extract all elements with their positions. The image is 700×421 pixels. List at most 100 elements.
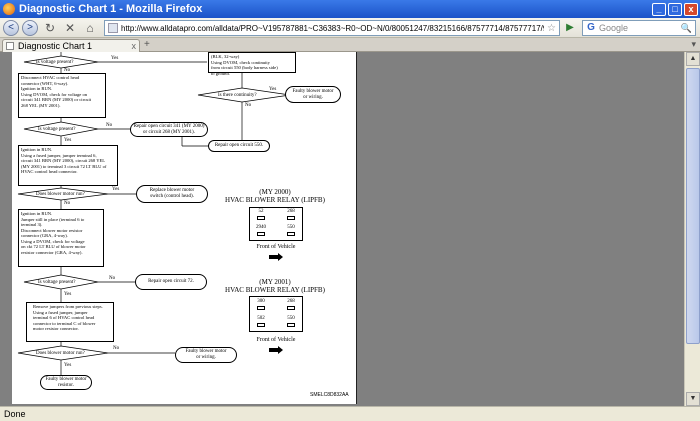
step-check-resistor: Ignition in RUN. Jumper still in place (… [18, 209, 104, 267]
outcome-faulty-motor-wiring: Faulty blower motor or wiring. [285, 86, 341, 103]
maximize-button[interactable]: □ [668, 2, 682, 16]
terminal [257, 232, 265, 236]
no-label: No [64, 201, 71, 206]
step-text: motor resistor connector. [33, 326, 79, 331]
page-icon [108, 23, 118, 33]
decision-voltage-2: Is voltage present? [38, 127, 76, 132]
window-titlebar: Diagnostic Chart 1 - Mozilla Firefox _ □… [0, 0, 700, 18]
diagnostic-chart-page: (BLK, 32-way) Using DVOM, check continui… [12, 52, 357, 404]
terminal [287, 232, 295, 236]
home-button[interactable]: ⌂ [82, 20, 98, 36]
step-fused-jumper: Ignition in RUN. Using a fused jumper, j… [18, 145, 118, 186]
tab-diagnostic-chart[interactable]: Diagnostic Chart 1 x [2, 39, 140, 52]
minimize-button[interactable]: _ [652, 2, 666, 16]
scroll-up-icon[interactable]: ▲ [686, 52, 700, 66]
yes-label: Yes [64, 363, 72, 368]
search-input[interactable]: Google [599, 23, 628, 33]
decision-motor-run-2: Does blower motor run? [36, 351, 85, 356]
terminal-label: 2940 [256, 225, 266, 230]
step-disconnect-hvac: Disconnect HVAC control head connector (… [18, 73, 106, 118]
front-arrow-icon [269, 253, 283, 261]
vertical-scrollbar[interactable]: ▲ ▼ [684, 52, 700, 406]
terminal [287, 216, 295, 220]
terminal [287, 323, 295, 327]
bookmark-star-icon[interactable]: ☆ [547, 23, 556, 34]
terminal-label: 300 [257, 299, 265, 304]
outcome-text: switch (control head). [150, 194, 194, 199]
reload-button[interactable]: ↻ [42, 20, 58, 36]
outcome-text: or wiring. [196, 355, 216, 360]
step-text: resistor connector (GRA, 4-way). [21, 249, 83, 255]
scroll-thumb[interactable] [686, 68, 700, 344]
terminal-label: 550 [287, 225, 295, 230]
step-text: 268 YEL (MY 2001). [21, 102, 61, 108]
tab-label: Diagnostic Chart 1 [18, 41, 93, 51]
tab-page-icon [6, 42, 14, 50]
new-tab-button[interactable]: + [144, 39, 150, 50]
tab-close-icon[interactable]: x [132, 41, 137, 51]
close-button[interactable]: x [684, 2, 698, 16]
yes-label: Yes [64, 138, 72, 143]
outcome-text: or circuit 268 (MY 2001). [143, 129, 195, 135]
terminal [257, 323, 265, 327]
step-text: to ground. [211, 70, 230, 76]
decision-voltage-3: Is voltage present? [38, 280, 76, 285]
page-content: (BLK, 32-way) Using DVOM, check continui… [0, 52, 684, 406]
front-of-vehicle-label: Front of Vehicle [256, 337, 296, 343]
terminal-label: 550 [287, 316, 295, 321]
search-icon[interactable]: 🔍 [681, 23, 692, 34]
no-label: No [109, 276, 116, 281]
outcome-text: or wiring. [303, 94, 323, 100]
step-text: circuit 341 BRN (MY 2000) or circuit [21, 97, 91, 102]
relay-2001-year: (MY 2001) [259, 278, 291, 286]
outcome-repair-550: Repair open circuit 550. [208, 140, 270, 152]
url-bar[interactable]: http://www.alldatapro.com/alldata/PRO~V1… [104, 20, 560, 36]
relay-2000-title: HVAC BLOWER RELAY (LIPFB) [225, 196, 325, 204]
document-id: SMELC8D832AA [310, 392, 349, 398]
step-text: HVAC control head connector. [21, 169, 78, 174]
decision-motor-run-1: Does blower motor run? [36, 192, 85, 197]
step-text: Remove jumpers from previous steps. [33, 304, 103, 309]
url-input[interactable]: http://www.alldatapro.com/alldata/PRO~V1… [121, 24, 544, 33]
no-label: No [106, 123, 113, 128]
yes-label: Yes [64, 292, 72, 297]
terminal-label: 268 [287, 209, 295, 214]
yes-label: Yes [269, 87, 277, 92]
terminal [287, 306, 295, 310]
scroll-down-icon[interactable]: ▼ [686, 392, 700, 406]
tab-list-icon[interactable]: ▾ [691, 39, 696, 50]
terminal-label: 52 [258, 209, 264, 214]
decision-voltage-1: Is voltage present? [36, 60, 74, 65]
outcome-faulty-resistor: Faulty blower motor resistor. [40, 375, 92, 390]
step-remove-jumpers: Remove jumpers from previous steps. Usin… [26, 302, 114, 342]
go-button[interactable]: ▶ [563, 21, 577, 35]
outcome-text: resistor. [58, 382, 74, 388]
yes-label: Yes [111, 56, 119, 61]
window-title: Diagnostic Chart 1 - Mozilla Firefox [19, 3, 203, 15]
terminal [257, 306, 265, 310]
back-button[interactable]: < [3, 19, 19, 36]
terminal [257, 216, 265, 220]
relay-2001-diagram: 300 268 502 550 [249, 296, 303, 332]
tab-bar: Diagnostic Chart 1 x + ▾ [0, 38, 700, 52]
search-box[interactable]: G Google 🔍 [582, 20, 696, 36]
google-icon[interactable]: G [585, 22, 597, 34]
step-check-continuity: (BLK, 32-way) Using DVOM, check continui… [208, 52, 296, 76]
status-text: Done [4, 409, 26, 419]
front-of-vehicle-label: Front of Vehicle [256, 244, 296, 250]
decision-continuity: Is there continuity? [218, 93, 257, 98]
relay-2000-year: (MY 2000) [259, 188, 291, 196]
status-bar: Done [0, 406, 700, 421]
relay-2000-diagram: 52 268 2940 550 [249, 207, 303, 241]
step-text: circuit 341 BRN (MY 2000), circuit 268 Y… [21, 158, 106, 163]
outcome-repair-341: Repair open circuit 341 (MY 2000) or cir… [130, 122, 208, 137]
outcome-replace-switch: Replace blower motor switch (control hea… [136, 185, 208, 203]
terminal-label: 268 [287, 299, 295, 304]
outcome-faulty-or-wiring: Faulty blower motor or wiring. [175, 347, 237, 363]
stop-button[interactable]: ✕ [62, 20, 78, 36]
navigation-toolbar: < > ↻ ✕ ⌂ http://www.alldatapro.com/alld… [0, 18, 700, 38]
no-label: No [245, 103, 252, 108]
forward-button[interactable]: > [22, 19, 38, 36]
front-arrow-icon [269, 346, 283, 354]
firefox-icon [3, 3, 15, 15]
